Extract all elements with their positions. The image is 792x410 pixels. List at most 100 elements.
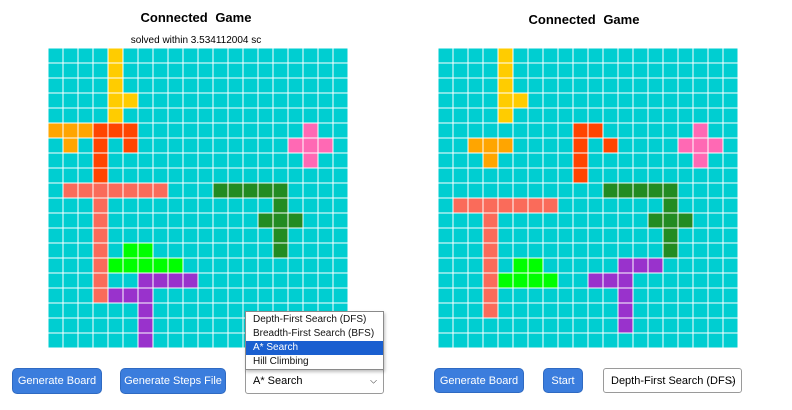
left-board-cell[interactable]: [317, 122, 334, 139]
right-board-cell[interactable]: [587, 197, 604, 214]
left-board-cell[interactable]: [77, 48, 94, 64]
right-board-cell[interactable]: [452, 272, 469, 289]
right-board-cell[interactable]: [527, 242, 544, 259]
left-board-cell[interactable]: [48, 332, 64, 348]
left-board-cell[interactable]: [242, 242, 259, 259]
right-board-cell[interactable]: [587, 152, 604, 169]
left-board-cell[interactable]: [227, 257, 244, 274]
right-board-cell[interactable]: [557, 152, 574, 169]
left-board-cell[interactable]: [62, 107, 79, 124]
left-board-cell[interactable]: [137, 287, 154, 304]
left-board-cell[interactable]: [107, 242, 124, 259]
left-board-cell[interactable]: [317, 48, 334, 64]
left-board-cell[interactable]: [272, 227, 289, 244]
right-board-cell[interactable]: [662, 122, 679, 139]
left-board-cell[interactable]: [197, 182, 214, 199]
right-board-cell[interactable]: [527, 122, 544, 139]
left-board-cell[interactable]: [137, 107, 154, 124]
left-board-cell[interactable]: [48, 107, 64, 124]
right-board-cell[interactable]: [482, 227, 499, 244]
right-board-cell[interactable]: [692, 137, 709, 154]
right-board-cell[interactable]: [662, 302, 679, 319]
right-board-cell[interactable]: [497, 48, 514, 64]
right-board-cell[interactable]: [497, 332, 514, 348]
right-board-cell[interactable]: [557, 77, 574, 94]
left-board-cell[interactable]: [332, 272, 348, 289]
right-board-cell[interactable]: [707, 332, 724, 348]
left-board-cell[interactable]: [107, 122, 124, 139]
right-board-cell[interactable]: [482, 182, 499, 199]
right-board-cell[interactable]: [707, 227, 724, 244]
left-board-cell[interactable]: [48, 92, 64, 109]
left-board-cell[interactable]: [212, 152, 229, 169]
right-board-cell[interactable]: [557, 242, 574, 259]
right-board-cell[interactable]: [557, 257, 574, 274]
right-board-cell[interactable]: [632, 107, 649, 124]
left-board-cell[interactable]: [197, 152, 214, 169]
right-board-cell[interactable]: [647, 48, 664, 64]
left-board-cell[interactable]: [272, 242, 289, 259]
left-board-cell[interactable]: [197, 122, 214, 139]
left-board-cell[interactable]: [332, 212, 348, 229]
left-board-cell[interactable]: [257, 152, 274, 169]
left-board-cell[interactable]: [122, 197, 139, 214]
left-board-cell[interactable]: [77, 242, 94, 259]
left-board-cell[interactable]: [242, 212, 259, 229]
right-board-cell[interactable]: [512, 227, 529, 244]
left-board-cell[interactable]: [332, 182, 348, 199]
left-board-cell[interactable]: [227, 242, 244, 259]
left-board-cell[interactable]: [257, 167, 274, 184]
right-board-cell[interactable]: [542, 137, 559, 154]
left-board-cell[interactable]: [227, 212, 244, 229]
left-board-cell[interactable]: [62, 167, 79, 184]
right-board-cell[interactable]: [497, 137, 514, 154]
left-board-cell[interactable]: [48, 212, 64, 229]
left-board-cell[interactable]: [182, 48, 199, 64]
right-board-cell[interactable]: [467, 212, 484, 229]
left-board-cell[interactable]: [302, 92, 319, 109]
left-board-cell[interactable]: [62, 48, 79, 64]
left-board-cell[interactable]: [107, 152, 124, 169]
left-board-cell[interactable]: [287, 48, 304, 64]
dropdown-option[interactable]: A* Search: [246, 341, 383, 355]
right-board-cell[interactable]: [662, 287, 679, 304]
left-board-cell[interactable]: [272, 212, 289, 229]
left-board-cell[interactable]: [257, 257, 274, 274]
right-board-cell[interactable]: [438, 167, 454, 184]
game-board-left[interactable]: [48, 48, 348, 348]
dropdown-option[interactable]: Hill Climbing: [246, 355, 383, 369]
left-board-cell[interactable]: [92, 197, 109, 214]
right-board-cell[interactable]: [677, 332, 694, 348]
right-board-cell[interactable]: [572, 62, 589, 79]
left-board-cell[interactable]: [212, 182, 229, 199]
right-board-cell[interactable]: [557, 167, 574, 184]
right-board-cell[interactable]: [572, 197, 589, 214]
right-board-cell[interactable]: [497, 272, 514, 289]
left-board-cell[interactable]: [212, 122, 229, 139]
left-board-cell[interactable]: [227, 182, 244, 199]
right-board-cell[interactable]: [542, 152, 559, 169]
right-board-cell[interactable]: [722, 62, 738, 79]
left-board-cell[interactable]: [182, 197, 199, 214]
right-board-cell[interactable]: [512, 62, 529, 79]
right-board-cell[interactable]: [482, 287, 499, 304]
left-board-cell[interactable]: [317, 152, 334, 169]
right-board-cell[interactable]: [602, 242, 619, 259]
right-board-cell[interactable]: [467, 77, 484, 94]
left-board-cell[interactable]: [182, 212, 199, 229]
start-button[interactable]: Start: [543, 368, 583, 393]
right-board-cell[interactable]: [602, 62, 619, 79]
right-board-cell[interactable]: [482, 197, 499, 214]
right-board-cell[interactable]: [452, 92, 469, 109]
left-board-cell[interactable]: [122, 152, 139, 169]
left-board-cell[interactable]: [77, 332, 94, 348]
left-board-cell[interactable]: [77, 122, 94, 139]
left-board-cell[interactable]: [242, 287, 259, 304]
right-board-cell[interactable]: [677, 287, 694, 304]
right-board-cell[interactable]: [452, 167, 469, 184]
right-board-cell[interactable]: [512, 287, 529, 304]
right-board-cell[interactable]: [617, 182, 634, 199]
right-board-cell[interactable]: [692, 317, 709, 334]
right-board-cell[interactable]: [467, 242, 484, 259]
left-board-cell[interactable]: [107, 317, 124, 334]
